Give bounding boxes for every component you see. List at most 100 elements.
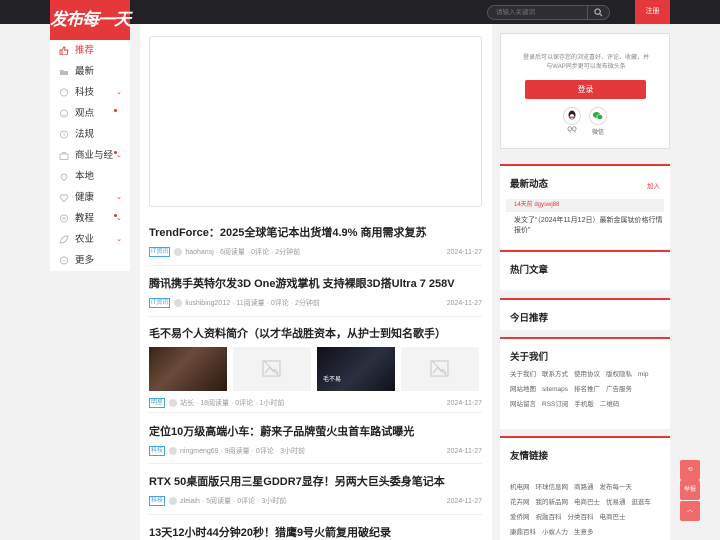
article-title[interactable]: 定位10万级高端小车：蔚来子品牌萤火虫首车路试曝光	[149, 423, 482, 439]
article-item[interactable]: TrendForce：2025全球笔记本出货增4.9% 商用需求复苏 IT资讯 h…	[149, 224, 482, 259]
time-ago: 3小时前	[261, 498, 287, 505]
nav-item[interactable]: 法规	[50, 124, 130, 145]
article-item[interactable]: RTX 50桌面版只用三星GDDR7显存！另两大巨头委身笔记本 科技 zleiai…	[149, 473, 482, 508]
sidebar-link[interactable]: 花卉网	[510, 495, 530, 510]
search-input[interactable]	[496, 7, 586, 18]
author-name[interactable]: haohansj	[185, 249, 213, 256]
article-title[interactable]: 腾讯携手英特尔发3D One游戏掌机 支持裸眼3D搭Ultra 7 258V	[149, 275, 482, 291]
login-button[interactable]: 登录	[525, 80, 646, 99]
chevron-down-icon[interactable]: ⌄	[116, 208, 122, 229]
sidebar-link[interactable]: 排名推广	[574, 382, 600, 397]
sidebar-link[interactable]: 分类百科	[568, 510, 594, 525]
sidebar-link[interactable]: 联系方式	[542, 367, 568, 382]
sidebar-link[interactable]: 电商巴士	[600, 510, 626, 525]
friend-links-card: 友情链接 机电网 环球信息网 商路通 发布每一天花卉网 我的新品网 电商巴士 优易通 逛逛车爱…	[500, 436, 670, 540]
category-tag[interactable]: IT资讯	[149, 298, 171, 309]
image-placeholder-icon	[430, 360, 449, 377]
join-link[interactable]: 加入	[647, 180, 660, 190]
login-description: 登录后可以保存您的浏览喜好、评论、收藏，并与WAP同步更可以发布微头条	[522, 55, 649, 70]
nav-item[interactable]: 科技 ⌄	[50, 82, 130, 103]
sidebar-link[interactable]: 发布每一天	[600, 480, 633, 495]
sidebar-link[interactable]: 版权隐私	[606, 367, 632, 382]
sidebar-link[interactable]: 逛逛车	[632, 495, 652, 510]
sidebar-link[interactable]: 小蚁人力	[542, 525, 568, 540]
nav-item[interactable]: 最新	[50, 61, 130, 82]
sidebar-link[interactable]: mip	[638, 367, 648, 382]
chevron-down-icon[interactable]: ⌄	[116, 229, 122, 250]
thumbnail-image[interactable]: 毛不易	[317, 347, 395, 391]
back-to-top-button[interactable]: ︿	[680, 501, 700, 521]
article-item[interactable]: 定位10万级高端小车：蔚来子品牌萤火虫首车路试曝光 科技 ningmeng69 ·…	[149, 423, 482, 458]
thumbnail-placeholder[interactable]	[233, 347, 311, 391]
qq-login-button[interactable]	[563, 107, 581, 125]
register-button[interactable]: 注册	[635, 0, 670, 24]
author-name[interactable]: 站长	[180, 400, 194, 407]
nav-item[interactable]: 商业与经 ⌄	[50, 145, 130, 166]
article-title[interactable]: RTX 50桌面版只用三星GDDR7显存！另两大巨头委身笔记本	[149, 473, 482, 489]
category-tag[interactable]: 科技	[149, 446, 166, 457]
article-item[interactable]: 腾讯携手英特尔发3D One游戏掌机 支持裸眼3D搭Ultra 7 258V I…	[149, 275, 482, 310]
sidebar-link[interactable]: 生意多	[574, 525, 594, 540]
nav-item[interactable]: 推荐	[50, 40, 130, 61]
category-tag[interactable]: 明星	[149, 398, 166, 409]
sidebar-link[interactable]: 网站留言	[510, 397, 536, 412]
wechat-label: 微信	[591, 130, 604, 136]
sidebar-link[interactable]: 网站地图	[510, 382, 536, 397]
sidebar-link[interactable]: sitemaps	[542, 382, 568, 397]
nav-item[interactable]: 观点	[50, 103, 130, 124]
banner-slot[interactable]	[149, 36, 482, 207]
read-count: 6阅读量	[220, 249, 245, 256]
nav-item[interactable]: 更多	[50, 250, 130, 271]
sidebar-link[interactable]: 广告服务	[606, 382, 632, 397]
comment-count: 0评论	[270, 300, 289, 307]
article-title[interactable]: 13天12小时44分钟20秒！猎鹰9号火箭复用破纪录	[149, 524, 482, 540]
activity-text[interactable]: 发文了“（2024年11月12日）最新金属钛价格行情报价”	[514, 216, 664, 236]
card-title: 最新动态	[510, 179, 549, 190]
search-button[interactable]	[587, 5, 609, 20]
thumbnail-image[interactable]	[149, 347, 227, 391]
sidebar-link[interactable]: 祝融百科	[536, 510, 562, 525]
category-tag[interactable]: IT资讯	[149, 247, 171, 258]
sidebar-link[interactable]: 优易通	[606, 495, 626, 510]
sidebar-link[interactable]: 商路通	[574, 480, 594, 495]
sidebar-link[interactable]: 手机版	[574, 397, 594, 412]
wechat-login-button[interactable]	[589, 107, 607, 125]
sidebar-link[interactable]: 关于我们	[510, 367, 536, 382]
nav-item[interactable]: 健康 ⌄	[50, 187, 130, 208]
article-item[interactable]: 13天12小时44分钟20秒！猎鹰9号火箭复用破纪录	[149, 524, 482, 540]
nav-item[interactable]: 教程 ⌄	[50, 208, 130, 229]
nav-label: 更多	[75, 255, 95, 266]
nav-item[interactable]: 农业 ⌄	[50, 229, 130, 250]
article-item[interactable]: 毛不易个人资料简介（以才华战胜资本，从护士到知名歌手） 毛不易 明星 站长 · 1…	[149, 325, 482, 410]
article-title[interactable]: 毛不易个人资料简介（以才华战胜资本，从护士到知名歌手）	[149, 325, 482, 341]
nav-item[interactable]: 本地	[50, 166, 130, 187]
thumbnail-placeholder[interactable]	[401, 347, 479, 391]
nav-label: 教程	[75, 213, 95, 224]
card-title: 热门文章	[510, 265, 549, 276]
site-logo[interactable]: 发布每一天	[50, 0, 131, 40]
sidebar-link[interactable]: 使用协议	[574, 367, 600, 382]
sidebar-link[interactable]: 二维码	[600, 397, 620, 412]
sidebar-link[interactable]: 爱侨网	[510, 510, 530, 525]
sidebar-link[interactable]: 康鼎百科	[510, 525, 536, 540]
activity-time[interactable]: 14天前 dgyswj88	[506, 199, 664, 212]
author-name[interactable]: liushibing2012	[185, 300, 230, 307]
nav-label: 推荐	[75, 45, 95, 56]
chevron-down-icon[interactable]: ⌄	[116, 82, 122, 103]
author-name[interactable]: zleiaih	[180, 498, 200, 505]
sidebar-link[interactable]: RSS订阅	[542, 397, 568, 412]
sidebar-link[interactable]: 电商巴士	[574, 495, 600, 510]
category-tag[interactable]: 科技	[149, 496, 166, 507]
sidebar-link[interactable]: 机电网	[510, 480, 530, 495]
article-meta: IT资讯 haohansj · 6阅读量 · 0评论 · 2分钟前 2024-11…	[149, 247, 482, 259]
article-meta: 科技 zleiaih · 5阅读量 · 0评论 · 3小时前 2024-11-27	[149, 496, 482, 508]
author-name[interactable]: ningmeng69	[180, 448, 219, 455]
chevron-down-icon[interactable]: ⌄	[116, 187, 122, 208]
share-button[interactable]: ⟲	[680, 460, 700, 480]
chevron-down-icon[interactable]: ⌄	[116, 145, 122, 166]
report-button[interactable]: 举报	[680, 480, 700, 500]
article-title[interactable]: TrendForce：2025全球笔记本出货增4.9% 商用需求复苏	[149, 224, 482, 240]
sidebar-link[interactable]: 我的新品网	[536, 495, 569, 510]
sidebar-link[interactable]: 环球信息网	[536, 480, 569, 495]
time-ago: 2分钟前	[275, 249, 301, 256]
